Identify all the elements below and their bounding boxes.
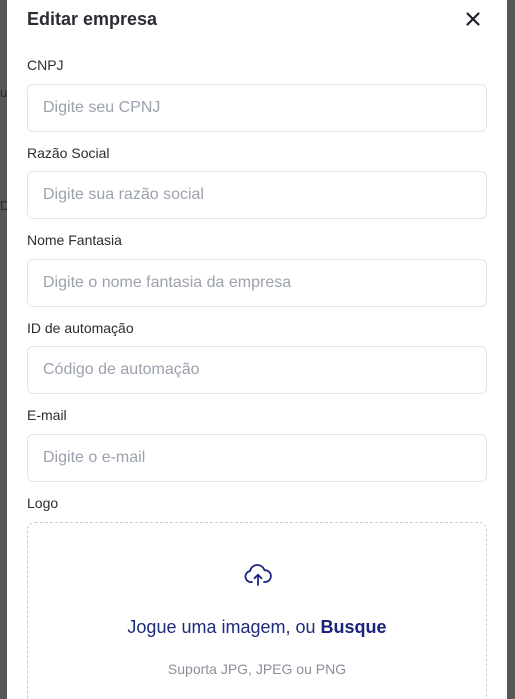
cnpj-input[interactable]: [27, 84, 487, 132]
email-label: E-mail: [27, 407, 67, 423]
nome-fantasia-input[interactable]: [27, 259, 487, 307]
razao-social-label: Razão Social: [27, 145, 110, 161]
browse-link[interactable]: Busque: [321, 617, 387, 637]
logo-label: Logo: [27, 495, 59, 511]
modal-title: Editar empresa: [27, 9, 158, 29]
file-type-hint: Suporta JPG, JPEG ou PNG: [167, 661, 347, 677]
drop-text: Jogue uma imagem, ou: [127, 617, 316, 637]
id-automacao-input[interactable]: [27, 346, 487, 394]
email-input[interactable]: [27, 434, 487, 482]
close-button[interactable]: [464, 10, 482, 28]
cnpj-label: CNPJ: [27, 57, 64, 73]
logo-dropzone[interactable]: Jogue uma imagem, ou Busque Suporta JPG,…: [27, 522, 487, 699]
close-icon: [466, 12, 480, 26]
cloud-upload-icon: [244, 564, 272, 586]
edit-company-modal: Editar empresa CNPJ Razão Social Nome Fa…: [7, 0, 507, 699]
drop-instructions: Jogue uma imagem, ou Busque: [28, 616, 486, 638]
nome-fantasia-label: Nome Fantasia: [27, 232, 122, 248]
razao-social-input[interactable]: [27, 171, 487, 219]
id-automacao-label: ID de automação: [27, 320, 134, 336]
modal-header: Editar empresa: [27, 7, 487, 31]
